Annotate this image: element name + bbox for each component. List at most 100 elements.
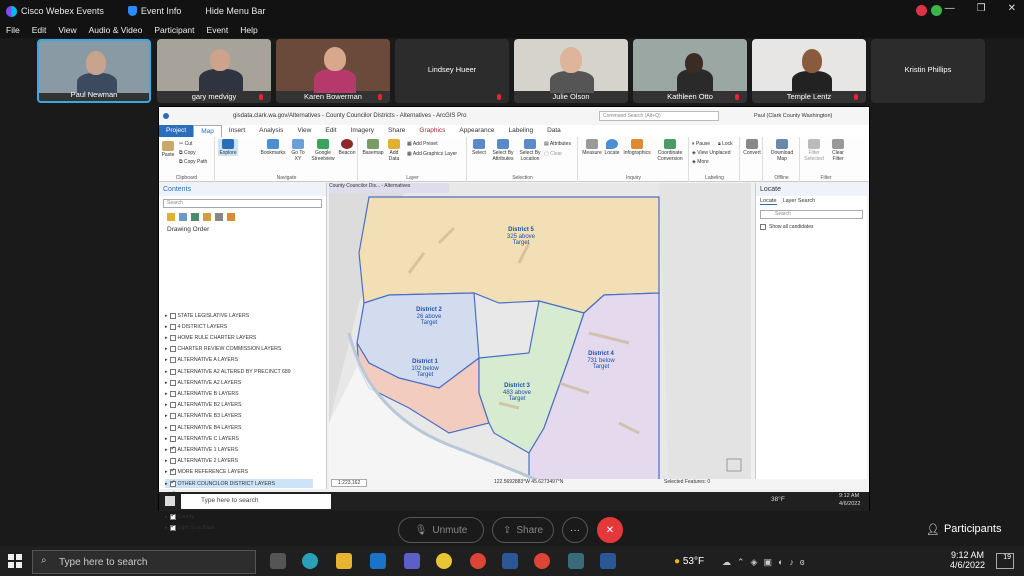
expand-icon[interactable]: ▸ [165, 436, 168, 442]
unmute-button[interactable]: 🎙︎ Unmute [398, 517, 484, 543]
expand-icon[interactable]: ▸ [165, 391, 168, 397]
participant-tile[interactable]: Kathleen Otto [633, 39, 747, 103]
list-by-editing-icon[interactable] [203, 213, 211, 221]
tab-project[interactable]: Project [159, 125, 194, 137]
tab-graphics[interactable]: Graphics [412, 125, 452, 137]
close-icon[interactable]: ✕ [1008, 3, 1016, 14]
select-by-attributes-button[interactable]: Select By Attributes [490, 139, 516, 162]
layer-visibility-checkbox[interactable] [169, 523, 176, 532]
cut-button[interactable]: ✂ Cut [179, 141, 192, 147]
menu-help[interactable]: Help [240, 25, 257, 35]
hide-menu-bar-button[interactable]: Hide Menu Bar [205, 6, 265, 16]
expand-icon[interactable]: ▸ [165, 380, 168, 386]
layer-item[interactable]: ▸ ALTERNATIVE A LAYERS [165, 356, 238, 365]
layer-item[interactable]: ▸ ALTERNATIVE B3 LAYERS [165, 412, 242, 421]
participant-tile[interactable]: Julie Olson [514, 39, 628, 103]
chrome-icon-3[interactable] [534, 553, 550, 569]
expand-icon[interactable]: ▸ [165, 346, 168, 352]
beacon-button[interactable]: Beacon [337, 139, 357, 156]
word-icon-2[interactable] [600, 553, 616, 569]
bookmarks-button[interactable]: Bookmarks [260, 139, 286, 156]
google-streetview-button[interactable]: Google Streetview [310, 139, 336, 162]
tab-labeling[interactable]: Labeling [501, 125, 540, 137]
layer-item[interactable]: ▸ OTHER COUNCILOR DISTRICT LAYERS [165, 479, 313, 488]
expand-icon[interactable]: ▸ [165, 514, 168, 520]
expand-icon[interactable]: ▸ [165, 335, 168, 341]
layer-visibility-checkbox[interactable] [169, 390, 176, 397]
chrome-icon-2[interactable] [470, 553, 486, 569]
outlook-icon[interactable] [370, 553, 386, 569]
copy-path-button[interactable]: ⧉ Copy Path [179, 159, 207, 165]
layer-visibility-checkbox[interactable] [169, 368, 176, 375]
map-view[interactable]: District 5 325 above Target District 2 26 a… [329, 183, 751, 489]
participant-tile[interactable]: Kristin Phillips [871, 39, 985, 103]
layer-visibility-checkbox[interactable] [169, 357, 176, 364]
expand-icon[interactable]: ▸ [165, 481, 168, 487]
webex-taskbar-icon[interactable] [568, 553, 584, 569]
checkbox[interactable] [760, 224, 766, 230]
more-button[interactable]: ◈ More [692, 159, 709, 165]
participant-tile[interactable]: Lindsey Hueer [395, 39, 509, 103]
more-options-button[interactable]: ··· [562, 517, 588, 543]
list-by-snapping-icon[interactable] [215, 213, 223, 221]
filter-selected-button[interactable]: Filter Selected [803, 139, 825, 162]
scale-selector[interactable]: 1:223,162 [331, 479, 368, 487]
expand-icon[interactable]: ▸ [165, 425, 168, 431]
file-explorer-icon[interactable] [336, 553, 352, 569]
view-unplaced-button[interactable]: ◈ View Unplaced [692, 150, 731, 156]
expand-icon[interactable]: ▸ [165, 413, 168, 419]
add-preset-button[interactable]: ▦ Add Preset [407, 141, 438, 147]
tab-edit[interactable]: Edit [318, 125, 343, 137]
layer-visibility-checkbox[interactable] [169, 334, 176, 341]
edge-icon[interactable] [302, 553, 318, 569]
layer-visibility-checkbox[interactable] [169, 479, 176, 487]
list-by-drawing-order-icon[interactable] [167, 213, 175, 221]
layer-visibility-checkbox[interactable] [169, 402, 176, 409]
infographics-button[interactable]: Infographics [623, 139, 651, 156]
tab-layer-search[interactable]: Layer Search [783, 198, 816, 205]
locate-button[interactable]: Locate [603, 139, 621, 156]
layer-item[interactable]: ▸ ALTERNATIVE B2 LAYERS [165, 401, 242, 410]
participants-button[interactable]: 👤︎ Participants [926, 523, 1001, 536]
expand-icon[interactable]: ▸ [165, 525, 168, 531]
layer-visibility-checkbox[interactable] [169, 424, 176, 431]
tab-appearance[interactable]: Appearance [452, 125, 501, 137]
layer-item[interactable]: ▸ STATE LEGISLATIVE LAYERS [165, 311, 249, 320]
expand-icon[interactable]: ▸ [165, 458, 168, 464]
layer-item[interactable]: ▸ ALTERNATIVE 1 LAYERS [165, 445, 238, 454]
layer-visibility-checkbox[interactable] [169, 312, 176, 319]
attributes-button[interactable]: ▤ Attributes [544, 141, 571, 147]
layer-item[interactable]: ▸ ALTERNATIVE B4 LAYERS [165, 423, 242, 432]
windows-start-icon[interactable] [8, 554, 22, 568]
add-data-button[interactable]: Add Data [385, 139, 403, 162]
tab-share[interactable]: Share [381, 125, 412, 137]
tab-view[interactable]: View [290, 125, 318, 137]
word-icon-1[interactable] [502, 553, 518, 569]
layer-item[interactable]: ▸ ALTERNATIVE A2 ALTERED BY PRECINCT 689 [165, 367, 291, 376]
layer-item[interactable]: ▸ ALTERNATIVE B LAYERS [165, 389, 239, 398]
layer-visibility-checkbox[interactable] [169, 435, 176, 442]
expand-icon[interactable]: ▸ [165, 447, 168, 453]
layer-visibility-checkbox[interactable] [169, 445, 176, 453]
inner-search-box[interactable]: Type here to search [181, 494, 331, 509]
maximize-icon[interactable]: ❐ [977, 3, 986, 14]
participant-tile[interactable]: Karen Bowerman [276, 39, 390, 103]
layer-visibility-checkbox[interactable] [169, 379, 176, 386]
layer-item[interactable]: ▸ 4 DISTRICT LAYERS [165, 322, 227, 331]
layer-visibility-checkbox[interactable] [169, 323, 176, 330]
menu-file[interactable]: File [6, 25, 20, 35]
paste-button[interactable]: Paste [161, 141, 175, 158]
chrome-icon-1[interactable] [436, 553, 452, 569]
download-map-button[interactable]: Download Map [766, 139, 798, 162]
layer-visibility-checkbox[interactable] [169, 467, 176, 476]
participant-tile[interactable]: Temple Lentz [752, 39, 866, 103]
layer-visibility-checkbox[interactable] [169, 512, 176, 521]
layer-item[interactable]: ▸ Light Gray Base [165, 523, 215, 533]
add-graphics-layer-button[interactable]: ▦ Add Graphics Layer [407, 151, 457, 157]
contents-search-input[interactable]: Search [163, 199, 322, 208]
lock-button[interactable]: 🔒︎ Lock [718, 141, 733, 147]
layer-item[interactable]: ▸ CHARTER REVIEW COMMISSION LAYERS [165, 345, 281, 354]
leave-button[interactable]: ✕ [597, 517, 623, 543]
copy-button[interactable]: ⧉ Copy [179, 150, 196, 156]
menu-edit[interactable]: Edit [32, 25, 47, 35]
